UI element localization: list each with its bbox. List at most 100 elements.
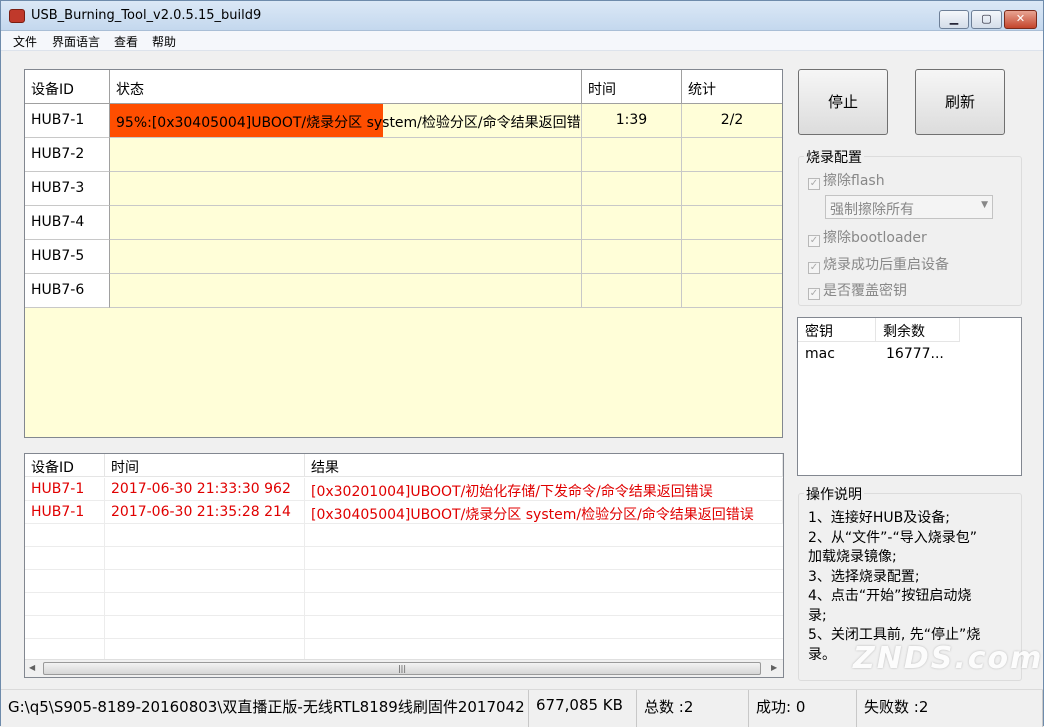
erase-bootloader-label: 擦除bootloader xyxy=(823,230,927,246)
status-cell[interactable]: 95%:[0x30405004]UBOOT/烧录分区 system/检验分区/命… xyxy=(110,104,582,138)
log-time: 2017-06-30 21:35:28 214 xyxy=(105,501,305,524)
stat-cell xyxy=(682,172,782,206)
time-cell xyxy=(582,138,682,172)
row-device-id[interactable]: HUB7-3 xyxy=(25,172,110,206)
stop-button[interactable]: 停止 xyxy=(798,69,888,135)
status-total: 总数 :2 xyxy=(637,690,749,727)
reboot-after-checkbox[interactable]: ✓ 烧录成功后重启设备 xyxy=(808,254,949,274)
menu-bar: 文件 界面语言 查看 帮助 xyxy=(1,31,1043,51)
window-title: USB_Burning_Tool_v2.0.5.15_build9 xyxy=(31,8,262,23)
row-device-id[interactable]: HUB7-1 xyxy=(25,104,110,138)
erase-flash-label: 擦除flash xyxy=(823,173,885,189)
col-header-time[interactable]: 时间 xyxy=(582,70,682,104)
overwrite-key-checkbox[interactable]: ✓ 是否覆盖密钥 xyxy=(808,280,907,300)
instruction-line: 3、选择烧录配置; xyxy=(808,568,920,585)
stat-cell xyxy=(682,240,782,274)
log-list[interactable]: 设备ID 时间 结果 HUB7-1 2017-06-30 21:33:30 96… xyxy=(24,453,784,678)
status-cell[interactable] xyxy=(110,274,582,308)
watermark: ZNDS.com xyxy=(853,641,1044,676)
instruction-line: 1、连接好HUB及设备; xyxy=(808,510,951,526)
instruction-line: 加载烧录镜像; xyxy=(808,549,897,565)
log-result: [0x30201004]UBOOT/初始化存储/下发命令/命令结果返回错误 xyxy=(305,478,783,501)
burn-config-title: 烧录配置 xyxy=(804,147,864,167)
stat-cell xyxy=(682,274,782,308)
col-header-log-result[interactable]: 结果 xyxy=(305,454,783,477)
log-row xyxy=(25,616,783,639)
maximize-button[interactable]: ▢ xyxy=(971,10,1002,29)
menu-file[interactable]: 文件 xyxy=(13,33,37,50)
col-header-stat[interactable]: 统计 xyxy=(682,70,782,104)
col-header-log-device-id[interactable]: 设备ID xyxy=(25,454,105,477)
scroll-thumb[interactable]: ||| xyxy=(43,662,761,675)
status-size: 677,085 KB xyxy=(529,690,637,727)
instruction-line: 录; xyxy=(808,607,827,624)
app-window: USB_Burning_Tool_v2.0.5.15_build9 ▁ ▢ ✕ … xyxy=(0,0,1044,727)
menu-language[interactable]: 界面语言 xyxy=(52,33,100,50)
log-row[interactable]: HUB7-1 2017-06-30 21:35:28 214 [0x304050… xyxy=(25,501,783,524)
time-cell: 1:39 xyxy=(582,104,682,138)
key-remaining: 16777... xyxy=(886,346,944,362)
log-row xyxy=(25,547,783,570)
col-header-status[interactable]: 状态 xyxy=(110,70,582,104)
status-cell[interactable] xyxy=(110,172,582,206)
check-icon: ✓ xyxy=(808,235,820,247)
time-cell xyxy=(582,172,682,206)
erase-flash-checkbox[interactable]: ✓ 擦除flash xyxy=(808,170,885,190)
status-fail: 失败数 :2 xyxy=(857,690,1043,727)
time-cell xyxy=(582,206,682,240)
app-icon xyxy=(9,9,25,23)
menu-help[interactable]: 帮助 xyxy=(152,33,176,50)
status-success: 成功: 0 xyxy=(749,690,857,727)
log-result: [0x30405004]UBOOT/烧录分区 system/检验分区/命令结果返… xyxy=(305,501,783,524)
col-header-log-time[interactable]: 时间 xyxy=(105,454,305,477)
log-row xyxy=(25,593,783,616)
erase-mode-select[interactable]: 强制擦除所有 ▼ xyxy=(825,195,993,219)
key-list[interactable]: 密钥 剩余数 mac 16777... xyxy=(797,317,1022,476)
instruction-line: 2、从“文件”-“导入烧录包” xyxy=(808,529,977,546)
chevron-down-icon: ▼ xyxy=(981,200,988,210)
check-icon: ✓ xyxy=(808,178,820,190)
stat-cell xyxy=(682,138,782,172)
instructions-title: 操作说明 xyxy=(804,484,864,504)
row-device-id[interactable]: HUB7-6 xyxy=(25,274,110,308)
erase-bootloader-checkbox[interactable]: ✓ 擦除bootloader xyxy=(808,227,927,247)
log-device-id: HUB7-1 xyxy=(25,478,105,501)
close-button[interactable]: ✕ xyxy=(1004,10,1037,29)
instruction-line: 4、点击“开始”按钮启动烧 xyxy=(808,588,972,604)
log-row[interactable]: HUB7-1 2017-06-30 21:33:30 962 [0x302010… xyxy=(25,478,783,501)
menu-view[interactable]: 查看 xyxy=(114,33,138,50)
scroll-right-icon[interactable]: ▶ xyxy=(771,663,777,672)
device-grid: 设备ID 状态 时间 统计 HUB7-1 95%:[0x30405004]UBO… xyxy=(24,69,783,438)
check-icon: ✓ xyxy=(808,262,820,274)
reboot-after-label: 烧录成功后重启设备 xyxy=(823,257,949,273)
horizontal-scrollbar[interactable]: ◀ ||| ▶ xyxy=(25,659,783,677)
scroll-left-icon[interactable]: ◀ xyxy=(29,663,35,672)
key-name: mac xyxy=(805,346,835,362)
status-bar: G:\q5\S905-8189-20160803\双直播正版-无线RTL8189… xyxy=(1,689,1043,727)
time-cell xyxy=(582,274,682,308)
log-row xyxy=(25,570,783,593)
minimize-button[interactable]: ▁ xyxy=(939,10,969,29)
stat-cell xyxy=(682,206,782,240)
status-path: G:\q5\S905-8189-20160803\双直播正版-无线RTL8189… xyxy=(1,690,529,727)
col-header-device-id[interactable]: 设备ID xyxy=(25,70,110,104)
row-device-id[interactable]: HUB7-2 xyxy=(25,138,110,172)
status-cell[interactable] xyxy=(110,206,582,240)
log-time: 2017-06-30 21:33:30 962 xyxy=(105,478,305,501)
status-cell[interactable] xyxy=(110,138,582,172)
stat-cell: 2/2 xyxy=(682,104,782,138)
check-icon: ✓ xyxy=(808,288,820,300)
row-device-id[interactable]: HUB7-5 xyxy=(25,240,110,274)
log-device-id: HUB7-1 xyxy=(25,501,105,524)
title-bar[interactable]: USB_Burning_Tool_v2.0.5.15_build9 ▁ ▢ ✕ xyxy=(1,1,1043,31)
erase-mode-value: 强制擦除所有 xyxy=(830,202,914,218)
status-cell[interactable] xyxy=(110,240,582,274)
refresh-button[interactable]: 刷新 xyxy=(915,69,1005,135)
col-header-remaining[interactable]: 剩余数 xyxy=(876,318,960,342)
time-cell xyxy=(582,240,682,274)
status-text: 95%:[0x30405004]UBOOT/烧录分区 system/检验分区/命… xyxy=(116,115,582,131)
row-device-id[interactable]: HUB7-4 xyxy=(25,206,110,240)
col-header-key[interactable]: 密钥 xyxy=(798,318,876,342)
overwrite-key-label: 是否覆盖密钥 xyxy=(823,283,907,299)
log-row xyxy=(25,524,783,547)
